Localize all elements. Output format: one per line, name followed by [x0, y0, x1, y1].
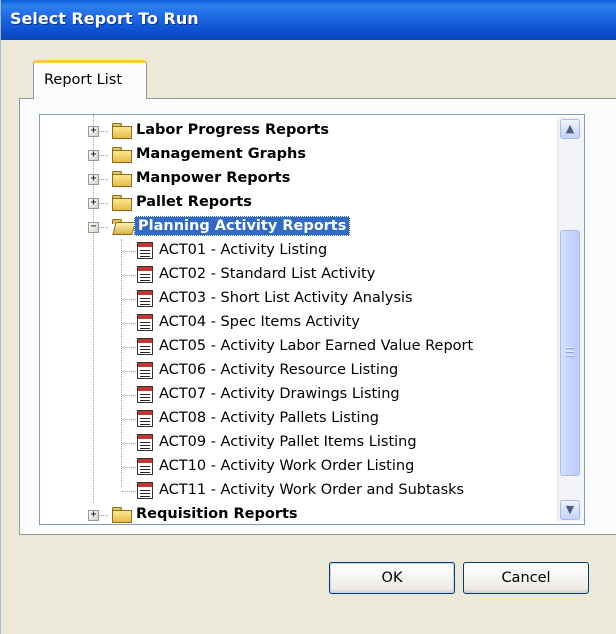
title-bar[interactable]: Select Report To Run	[1, 0, 616, 40]
report-label: ACT09 - Activity Pallet Items Listing	[159, 434, 417, 450]
scroll-down-button[interactable]: ▼	[560, 500, 580, 520]
tree-line	[121, 239, 122, 487]
folder-label: Labor Progress Reports	[136, 122, 330, 138]
scroll-thumb[interactable]	[560, 230, 580, 476]
window-title: Select Report To Run	[10, 9, 199, 28]
report-label: ACT05 - Activity Labor Earned Value Repo…	[159, 338, 474, 354]
ok-button[interactable]: OK	[329, 562, 455, 594]
report-label: ACT10 - Activity Work Order Listing	[159, 458, 415, 474]
collapse-icon[interactable]: −	[88, 222, 99, 233]
scroll-up-button[interactable]: ▲	[560, 119, 580, 139]
report-icon	[137, 458, 153, 475]
report-icon	[137, 386, 153, 403]
report-icon	[137, 266, 153, 283]
report-icon	[137, 410, 153, 427]
report-label: ACT11 - Activity Work Order and Subtasks	[159, 482, 465, 498]
cancel-button[interactable]: Cancel	[463, 562, 589, 594]
report-icon	[137, 362, 153, 379]
report-label: ACT03 - Short List Activity Analysis	[159, 290, 413, 306]
folder-icon	[112, 147, 132, 163]
folder-label-selected: Planning Activity Reports	[134, 216, 351, 236]
folder-label: Requisition Reports	[136, 506, 298, 522]
open-folder-icon	[112, 219, 136, 235]
report-tree[interactable]: + Labor Progress Reports + Management Gr…	[39, 114, 585, 525]
report-label: ACT02 - Standard List Activity	[159, 266, 376, 282]
folder-icon	[112, 171, 132, 187]
dialog-window: Select Report To Run Report List + Labor…	[0, 0, 616, 634]
expand-icon[interactable]: +	[88, 198, 99, 209]
folder-icon	[112, 123, 132, 139]
report-icon	[137, 314, 153, 331]
tab-report-list[interactable]: Report List	[33, 60, 147, 99]
report-label: ACT01 - Activity Listing	[159, 242, 328, 258]
report-label: ACT07 - Activity Drawings Listing	[159, 386, 400, 402]
report-icon	[137, 338, 153, 355]
report-icon	[137, 290, 153, 307]
folder-icon	[112, 507, 132, 523]
report-label: ACT06 - Activity Resource Listing	[159, 362, 399, 378]
expand-icon[interactable]: +	[88, 510, 99, 521]
report-label: ACT04 - Spec Items Activity	[159, 314, 360, 330]
folder-label: Pallet Reports	[136, 194, 252, 210]
expand-icon[interactable]: +	[88, 174, 99, 185]
expand-icon[interactable]: +	[88, 126, 99, 137]
report-icon	[137, 242, 153, 259]
folder-label: Manpower Reports	[136, 170, 291, 186]
folder-icon	[112, 195, 132, 211]
report-label: ACT08 - Activity Pallets Listing	[159, 410, 379, 426]
expand-icon[interactable]: +	[88, 150, 99, 161]
vertical-scrollbar[interactable]: ▲ ▼	[557, 117, 584, 522]
tab-label: Report List	[44, 72, 123, 88]
report-icon	[137, 482, 153, 499]
folder-label: Management Graphs	[136, 146, 306, 162]
report-icon	[137, 434, 153, 451]
